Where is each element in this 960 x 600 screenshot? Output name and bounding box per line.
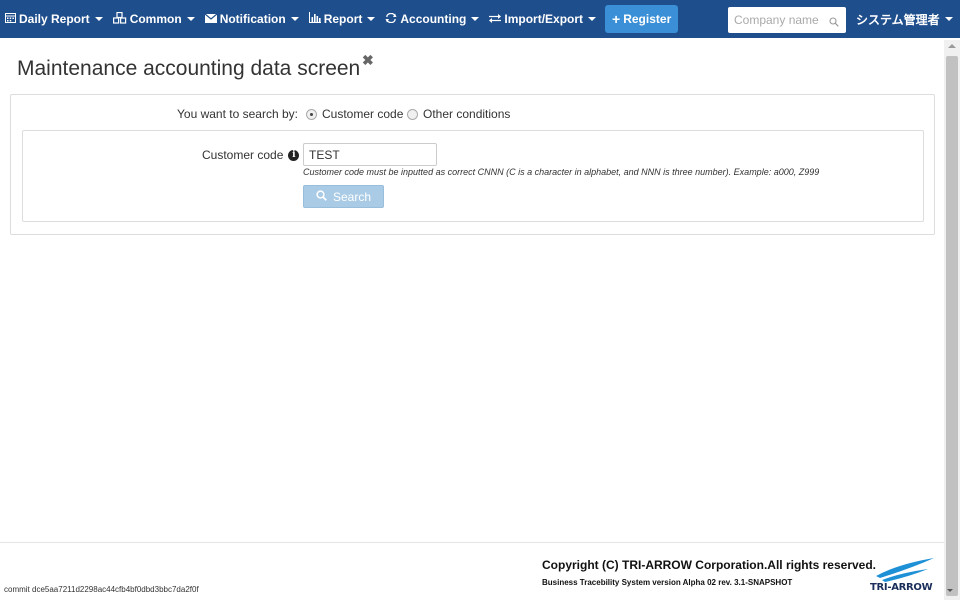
- close-icon[interactable]: ✖: [362, 52, 374, 69]
- nav-report-label: Report: [323, 12, 363, 26]
- nav-import-export-label: Import/Export: [504, 12, 584, 26]
- customer-code-input[interactable]: [303, 143, 437, 166]
- radio-other-conditions-dot[interactable]: [407, 108, 418, 120]
- copyright-text: Copyright (C) TRI-ARROW Corporation.All …: [542, 558, 877, 572]
- arrows-icon: [489, 12, 502, 26]
- plus-icon: +: [612, 11, 621, 27]
- radio-other-conditions[interactable]: Other conditions: [407, 107, 510, 121]
- nav-import-export[interactable]: Import/Export: [484, 0, 601, 38]
- radio-customer-code-label: Customer code: [322, 107, 404, 121]
- info-icon[interactable]: i: [288, 149, 300, 161]
- footer-divider: [0, 542, 944, 543]
- chevron-down-icon: [944, 17, 953, 21]
- chevron-down-icon: [367, 17, 376, 21]
- scroll-up-arrow-icon[interactable]: [948, 44, 956, 48]
- radio-other-conditions-label: Other conditions: [423, 107, 511, 121]
- customer-code-help: Customer code must be inputted as correc…: [303, 167, 820, 177]
- search-icon[interactable]: [829, 14, 839, 32]
- chevron-down-icon[interactable]: [947, 589, 953, 592]
- company-search-box: [728, 7, 846, 33]
- exchange-icon: [385, 12, 397, 26]
- search-button[interactable]: Search: [303, 185, 384, 208]
- register-button[interactable]: + Register: [605, 5, 679, 33]
- customer-code-field-label: Customer code i: [202, 148, 300, 162]
- calendar-icon: [5, 12, 16, 26]
- company-name-input[interactable]: [734, 13, 824, 27]
- commit-text: commit dce5aa7211d2298ac44cfb4bf0dbd3bbc…: [4, 585, 199, 594]
- nav-common[interactable]: Common: [108, 0, 200, 38]
- nav-daily-report-label: Daily Report: [19, 12, 90, 26]
- version-text: Business Tracebility System version Alph…: [542, 578, 793, 587]
- scrollbar-thumb[interactable]: [946, 56, 958, 596]
- chevron-down-icon: [471, 17, 480, 21]
- company-logo-text: TRI-ARROW: [870, 582, 933, 593]
- customer-code-label: Customer code: [202, 148, 284, 162]
- cubes-icon: [112, 11, 127, 27]
- user-menu-label: システム管理者: [856, 12, 940, 27]
- chevron-down-icon: [290, 17, 299, 21]
- nav-accounting-label: Accounting: [400, 12, 467, 26]
- radio-customer-code-dot[interactable]: [306, 108, 317, 120]
- nav-report[interactable]: Report: [304, 0, 381, 38]
- search-by-label: You want to search by:: [177, 107, 298, 121]
- chevron-down-icon: [94, 17, 103, 21]
- page-title: Maintenance accounting data screen: [17, 57, 361, 80]
- vertical-scrollbar[interactable]: [944, 40, 960, 600]
- search-button-label: Search: [332, 189, 372, 204]
- nav-accounting[interactable]: Accounting: [380, 0, 484, 38]
- user-menu[interactable]: システム管理者: [856, 0, 953, 38]
- register-label: Register: [623, 12, 672, 26]
- chevron-down-icon: [186, 17, 195, 21]
- nav-notification-label: Notification: [219, 12, 286, 26]
- chevron-down-icon: [588, 17, 597, 21]
- bar-chart-icon: [308, 12, 321, 26]
- nav-common-label: Common: [129, 12, 182, 26]
- radio-customer-code[interactable]: Customer code: [306, 107, 403, 121]
- envelope-icon: [204, 12, 218, 26]
- search-icon: [316, 189, 327, 204]
- nav-daily-report[interactable]: Daily Report: [0, 0, 108, 38]
- nav-notification[interactable]: Notification: [200, 0, 304, 38]
